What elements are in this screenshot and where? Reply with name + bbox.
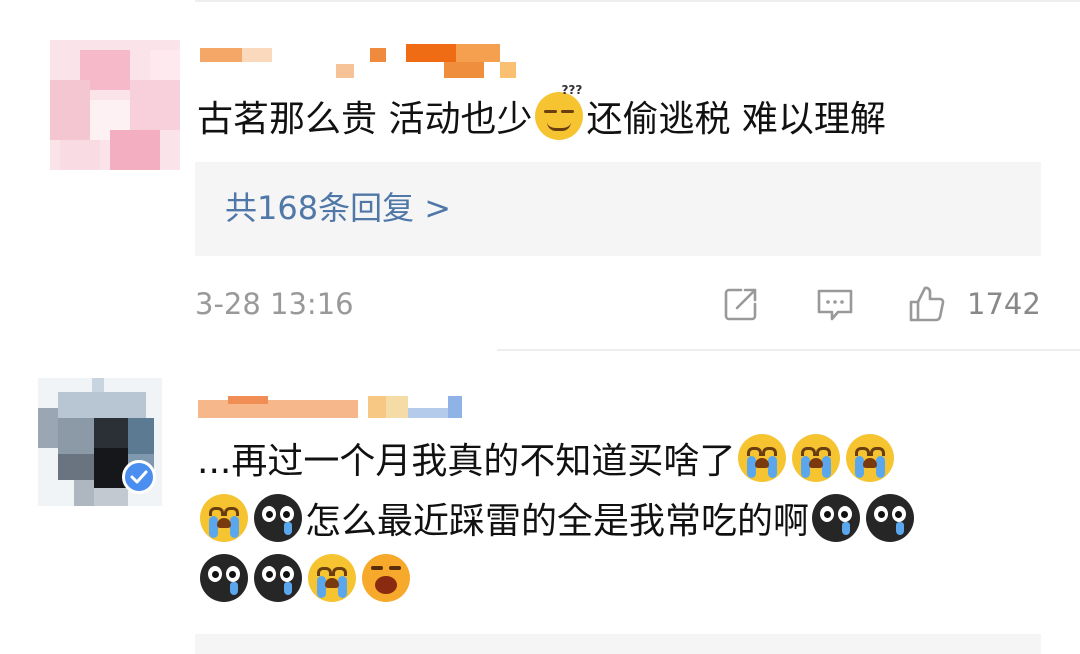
crying-emoji-icon [846,434,895,482]
shouting-emoji-icon [362,554,410,602]
comment-line: ...再过一个月我真的不知道买啥了 [197,432,1057,492]
black-tear-emoji-icon [812,494,861,542]
verified-check-icon [122,460,156,494]
comment-icon[interactable] [815,284,855,324]
crying-emoji-icon [308,554,356,602]
comment-text-part: 还偷逃税 难以理解 [586,99,886,140]
comment-divider [497,349,1080,351]
crying-emoji-icon [738,434,787,482]
black-tear-emoji-icon [200,554,248,602]
like-count: 1742 [967,287,1041,321]
comment-line [197,552,1057,612]
puzzled-emoji-icon: ??? [535,84,584,140]
timestamp: 3-28 13:16 [195,287,354,321]
avatar[interactable] [50,40,180,170]
reply-count-link[interactable]: 共168条回复 > [225,184,451,232]
black-tear-emoji-icon [254,494,302,542]
top-divider [195,0,1080,2]
comment-line: 怎么最近踩雷的全是我常吃的啊 [197,492,1057,552]
thumbs-up-icon[interactable] [907,284,947,324]
crying-emoji-icon [792,434,841,482]
comment-text-part: ...再过一个月我真的不知道买啥了 [197,441,736,482]
black-tear-emoji-icon [254,554,302,602]
reply-summary-box[interactable] [195,634,1041,654]
share-icon[interactable] [721,284,761,324]
comment-text: ...再过一个月我真的不知道买啥了 怎么最近踩雷的全是我常吃的啊 [197,432,1057,612]
username-blurred[interactable] [200,40,520,84]
comment-text: 古茗那么贵 活动也少??? 还偷逃税 难以理解 [197,84,886,150]
crying-emoji-icon [200,494,248,542]
black-tear-emoji-icon [866,494,915,542]
comment-meta-row: 3-28 13:16 1742 [195,278,1041,330]
comment-text-part: 怎么最近踩雷的全是我常吃的啊 [305,501,810,542]
reply-summary-box[interactable]: 共168条回复 > [195,162,1041,256]
comment-text-part: 古茗那么贵 活动也少 [197,99,533,140]
username-blurred[interactable] [198,396,468,426]
